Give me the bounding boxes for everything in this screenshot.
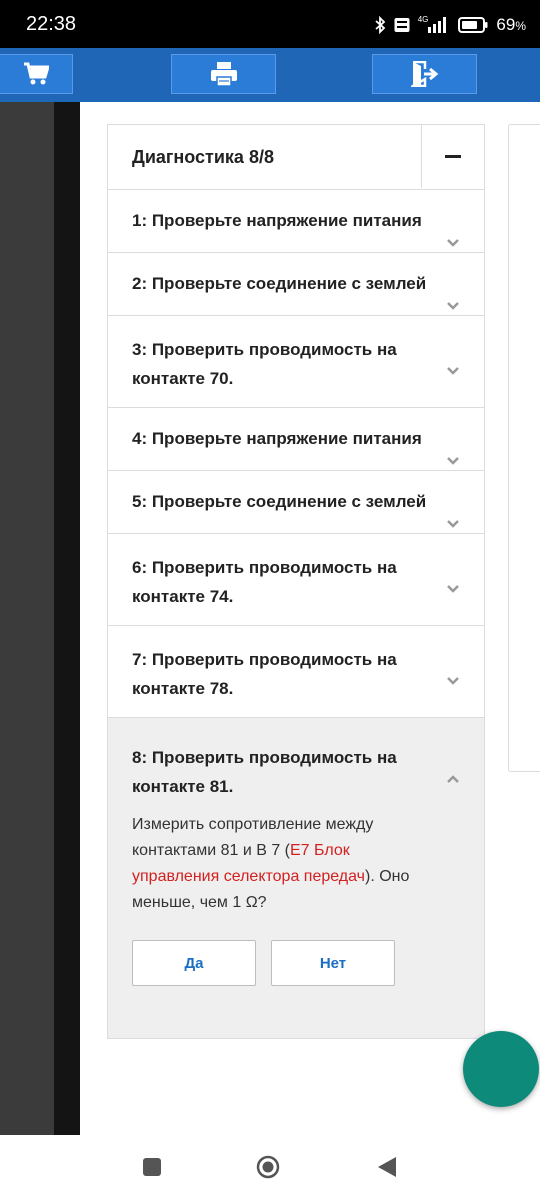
right-panel — [508, 124, 540, 772]
step-label: 6: Проверить проводимость на контакте 74… — [132, 558, 397, 606]
recent-apps-icon[interactable] — [143, 1158, 161, 1176]
collapse-button[interactable] — [421, 125, 484, 188]
minus-icon — [445, 155, 461, 158]
network-type-label: 4G — [417, 14, 429, 24]
diagnostic-step-4[interactable]: 4: Проверьте напряжение питания — [108, 408, 484, 471]
status-bar: 22:38 4G 69% — [0, 0, 540, 48]
cart-icon — [23, 62, 49, 86]
step-label: 1: Проверьте напряжение питания — [132, 211, 422, 230]
diagnostic-step-7[interactable]: 7: Проверить проводимость на контакте 78… — [108, 626, 484, 718]
chevron-down-icon — [447, 302, 459, 310]
step-label: 4: Проверьте напряжение питания — [132, 429, 422, 448]
chevron-up-icon — [447, 775, 459, 783]
home-icon[interactable] — [256, 1155, 280, 1179]
no-button[interactable]: Нет — [271, 940, 395, 986]
chevron-down-icon — [447, 367, 459, 375]
diagnostics-header: Диагностика 8/8 — [108, 125, 484, 190]
battery-icon — [458, 17, 488, 33]
diagnostics-title: Диагностика 8/8 — [132, 147, 274, 167]
diagnostics-card: Диагностика 8/8 1: Проверьте напряжение … — [107, 124, 485, 1039]
diagnostic-step-1[interactable]: 1: Проверьте напряжение питания — [108, 190, 484, 253]
step-label: 3: Проверить проводимость на контакте 70… — [132, 340, 397, 388]
print-button[interactable] — [171, 54, 276, 94]
side-panel-divider — [54, 102, 80, 1135]
battery-level: 69% — [496, 15, 526, 34]
diagnostic-step-5[interactable]: 5: Проверьте соединение с землей — [108, 471, 484, 534]
step-label: 5: Проверьте соединение с землей — [132, 492, 427, 511]
yes-button[interactable]: Да — [132, 940, 256, 986]
step-description: Измерить сопротивление между контактами … — [132, 816, 410, 911]
chevron-down-icon — [447, 520, 459, 528]
diagnostic-step-3[interactable]: 3: Проверить проводимость на контакте 70… — [108, 316, 484, 408]
toolbar — [0, 48, 540, 102]
chevron-down-icon — [447, 457, 459, 465]
chevron-down-icon — [447, 677, 459, 685]
side-panel — [0, 102, 54, 1135]
exit-icon — [410, 61, 439, 87]
diagnostic-step-6[interactable]: 6: Проверить проводимость на контакте 74… — [108, 534, 484, 626]
chevron-down-icon — [447, 239, 459, 247]
step-label: 8: Проверить проводимость на контакте 81… — [132, 748, 397, 796]
back-icon[interactable] — [376, 1155, 398, 1179]
chevron-down-icon — [447, 585, 459, 593]
navigation-bar — [0, 1135, 540, 1200]
exit-button[interactable] — [372, 54, 477, 94]
bluetooth-icon — [374, 16, 386, 34]
cart-button[interactable] — [0, 54, 73, 94]
print-icon — [210, 61, 238, 87]
volte-icon — [394, 17, 410, 33]
diagnostic-step-8[interactable]: 8: Проверить проводимость на контакте 81… — [108, 718, 484, 1038]
diagnostic-step-2[interactable]: 2: Проверьте соединение с землей — [108, 253, 484, 316]
floating-action-button[interactable] — [463, 1031, 539, 1107]
status-icons: 4G 69% — [374, 14, 526, 36]
signal-icon: 4G — [417, 14, 451, 33]
step-label: 2: Проверьте соединение с землей — [132, 274, 427, 293]
step-label: 7: Проверить проводимость на контакте 78… — [132, 650, 397, 698]
status-time: 22:38 — [26, 13, 77, 35]
